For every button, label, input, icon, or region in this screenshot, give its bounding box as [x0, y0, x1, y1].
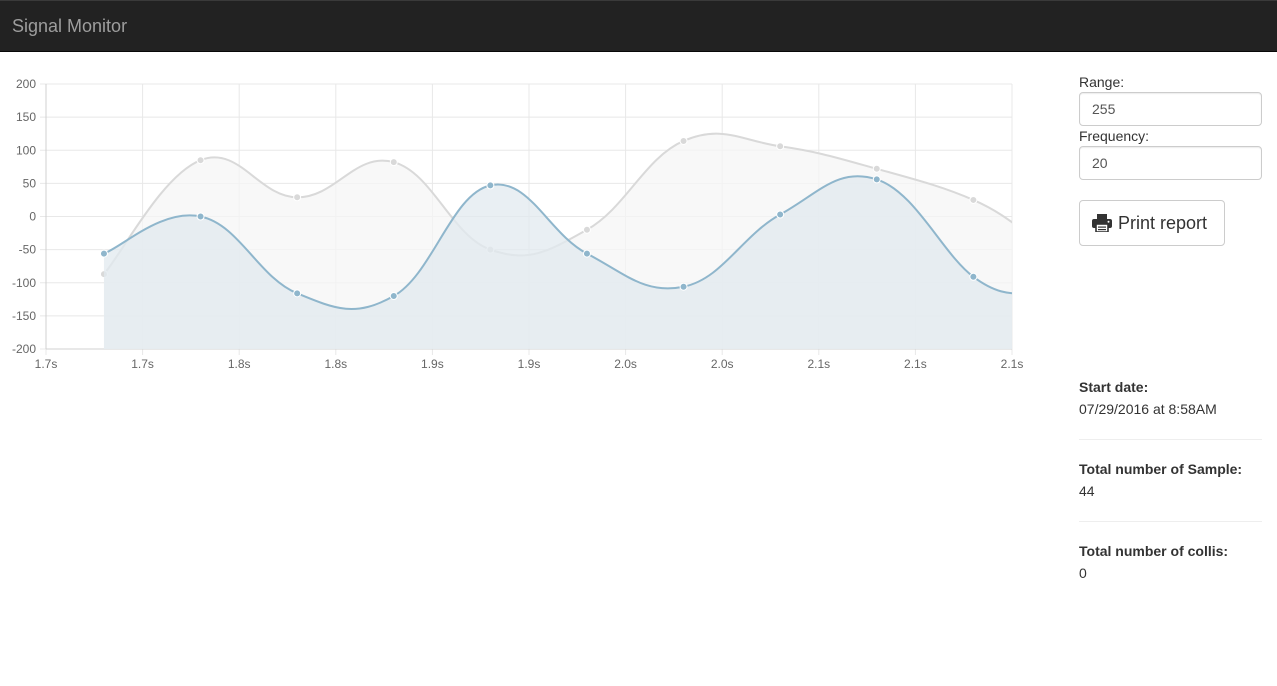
series-1-point — [389, 292, 398, 300]
stat-label: Total number of Sample: — [1079, 461, 1243, 477]
navbar: Signal Monitor — [0, 0, 1277, 52]
series-0-point — [872, 164, 881, 173]
frequency-input[interactable] — [1079, 146, 1262, 180]
y-tick-label: -150 — [12, 309, 36, 323]
stat-start-date: Start date: 07/29/2016 at 8:58AM — [1079, 378, 1262, 419]
x-tick-label: 2.1s — [904, 357, 927, 371]
x-tick-label: 1.7s — [35, 357, 58, 371]
x-tick-label: 2.0s — [711, 357, 734, 371]
y-tick-label: 50 — [23, 176, 37, 190]
y-tick-label: -100 — [12, 276, 36, 290]
series-0-point — [389, 158, 398, 167]
series-1-point — [1028, 291, 1030, 298]
x-tick-label: 2.1s — [1001, 357, 1024, 371]
stat-total-samples: Total number of Sample: 44 — [1079, 460, 1262, 501]
stat-label: Total number of collis: — [1079, 543, 1229, 559]
y-tick-label: -200 — [12, 342, 36, 356]
y-tick-label: 150 — [16, 110, 36, 124]
x-tick-label: 1.7s — [131, 357, 154, 371]
x-tick-label: 2.1s — [807, 357, 830, 371]
print-report-button[interactable]: Print report — [1079, 200, 1225, 246]
series-1-point — [969, 272, 978, 281]
range-input[interactable] — [1079, 92, 1262, 126]
divider — [1079, 521, 1262, 522]
series-0-point — [196, 156, 205, 165]
series-0-point — [582, 225, 591, 234]
stats-panel: Start date: 07/29/2016 at 8:58AM Total n… — [1079, 378, 1262, 583]
series-0-point — [969, 195, 978, 204]
series-1-point — [679, 282, 688, 291]
stat-label: Start date: — [1079, 379, 1149, 395]
x-tick-label: 1.8s — [228, 357, 251, 371]
series-0-point — [1028, 233, 1030, 240]
stat-total-collisions: Total number of collis: 0 — [1079, 542, 1262, 583]
x-tick-label: 2.0s — [614, 357, 637, 371]
series-1-point — [99, 249, 108, 258]
series-0-point — [776, 142, 785, 151]
series-1-point — [776, 210, 785, 219]
series-1-point — [872, 175, 881, 184]
x-tick-label: 1.9s — [421, 357, 444, 371]
app-title[interactable]: Signal Monitor — [12, 16, 127, 36]
divider — [1079, 439, 1262, 440]
stat-value: 07/29/2016 at 8:58AM — [1079, 401, 1217, 417]
x-tick-label: 1.8s — [324, 357, 347, 371]
stat-value: 44 — [1079, 483, 1095, 499]
series-1-point — [293, 289, 302, 298]
signal-chart: 200 150 100 50 0 -50 -100 -150 -200 1.7s 1.7s 1.8s 1… — [0, 70, 1030, 380]
y-tick-label: 100 — [16, 143, 36, 157]
stat-value: 0 — [1079, 565, 1087, 581]
y-tick-label: 0 — [29, 210, 36, 224]
y-tick-label: -50 — [19, 243, 37, 257]
range-label: Range: — [1079, 74, 1125, 90]
series-0-point — [293, 193, 302, 202]
series-1-point — [582, 249, 591, 258]
series-group — [99, 132, 1030, 349]
y-tick-label: 200 — [16, 77, 36, 91]
printer-icon — [1092, 214, 1112, 232]
controls-panel: Range: Frequency: Print report — [1079, 72, 1262, 246]
frequency-label: Frequency: — [1079, 128, 1150, 144]
print-report-label: Print report — [1118, 212, 1208, 233]
chart-svg: 200150100500-50-100-150-2001.7s 1.7s 1.8s 1… — [12, 77, 1030, 371]
x-tick-label: 1.9s — [518, 357, 541, 371]
series-1-point — [486, 181, 495, 190]
series-1-point — [196, 212, 205, 221]
series-0-point — [679, 136, 688, 145]
